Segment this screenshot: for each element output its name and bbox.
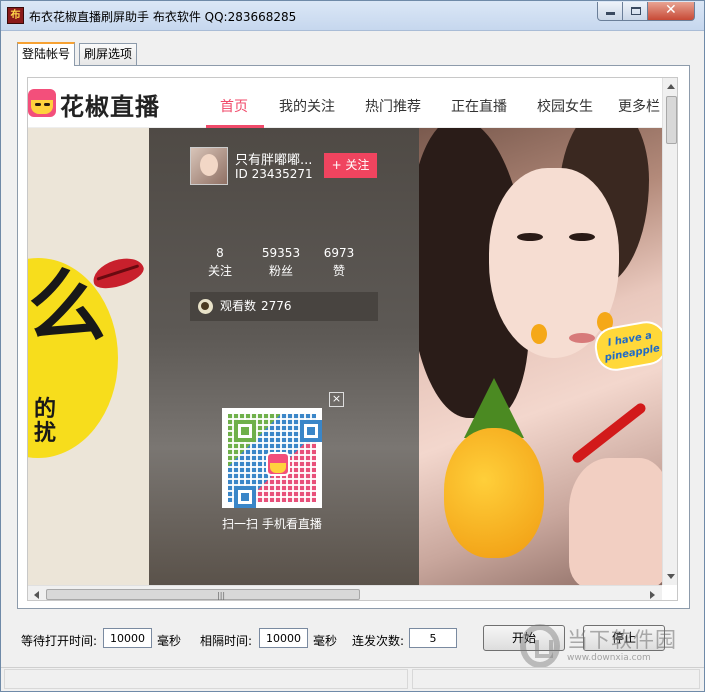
repeat-count-input[interactable] [409,628,457,648]
watermark-url: www.downxia.com [567,653,651,663]
nav-hot[interactable]: 热门推荐 [365,96,421,116]
site-logo-icon[interactable] [28,89,56,117]
background-poster: 么 的 扰 [28,128,149,585]
embedded-browser[interactable]: 花椒直播 首页 我的关注 热门推荐 正在直播 校园女生 更多栏目 么 的 扰 只… [27,77,678,601]
maximize-button[interactable] [622,2,648,21]
horizontal-scroll-thumb[interactable]: ||| [46,589,360,600]
viewer-count-bar: 观看数 2776 [190,292,378,321]
nav-my-follows[interactable]: 我的关注 [279,96,335,116]
scroll-up-icon[interactable] [667,84,675,89]
tab-login-account[interactable]: 登陆帐号 [17,42,76,66]
eye-icon [198,299,213,314]
window-title: 布衣花椒直播刷屏助手 布衣软件 QQ:283668285 [29,10,297,24]
poster-big-text: 么 [28,262,107,352]
qr-close-icon[interactable]: × [329,392,344,407]
stat-fans: 59353 粉丝 [261,246,301,278]
anchor-name[interactable]: 只有胖嘟嘟... [235,149,312,168]
stat-likes: 6973 赞 [323,246,355,278]
vertical-scrollbar[interactable] [662,78,677,585]
scroll-down-icon[interactable] [667,574,675,579]
status-cell-right [412,669,700,689]
watermark-text: 当下软件园 [567,628,677,652]
maximize-icon [631,7,641,15]
wait-open-input[interactable] [103,628,152,648]
horizontal-scrollbar[interactable]: ||| [28,585,662,600]
interval-unit: 毫秒 [313,634,338,648]
status-cell-left [4,669,408,689]
close-button[interactable]: ✕ [647,2,695,21]
follow-button[interactable]: + 关注 [324,153,377,178]
repeat-count-label: 连发次数: [352,634,405,648]
poster-small-text: 的 扰 [34,397,57,447]
scroll-right-icon[interactable] [650,591,655,599]
wait-open-unit: 毫秒 [157,634,182,648]
nav-home[interactable]: 首页 [220,96,248,116]
anchor-id: ID 23435271 [235,167,313,181]
wait-open-label: 等待打开时间: [21,634,98,648]
close-icon: ✕ [665,2,677,18]
site-header: 花椒直播 首页 我的关注 热门推荐 正在直播 校园女生 更多栏目 [28,78,662,128]
interval-label: 相隔时间: [200,634,253,648]
viewer-count-value: 2776 [261,299,292,313]
stream-area: 么 的 扰 只有胖嘟嘟... ID 23435271 + 关注 8 关注 593… [28,128,662,585]
pineapple-sticker-icon [531,324,547,344]
qr-code [222,408,322,508]
nav-more[interactable]: 更多栏目 [618,96,662,116]
scroll-left-icon[interactable] [34,591,39,599]
viewer-count-label: 观看数 [220,299,257,313]
pen-image [570,401,648,465]
stat-following: 8 关注 [207,246,232,278]
pineapple-image [444,428,544,558]
qr-caption: 扫一扫 手机看直播 [222,517,322,531]
watermark-logo-icon [520,624,560,668]
title-bar[interactable]: 布 布衣花椒直播刷屏助手 布衣软件 QQ:283668285 ✕ [1,1,704,31]
minimize-button[interactable] [597,2,623,21]
tab-spam-options[interactable]: 刷屏选项 [79,43,138,65]
app-icon: 布 [7,7,24,24]
interval-input[interactable] [259,628,308,648]
anchor-avatar[interactable] [190,147,228,185]
site-logo-text[interactable]: 花椒直播 [60,87,160,122]
live-video[interactable]: I have a pineapple [419,128,662,585]
minimize-icon [606,12,615,15]
nav-live-now[interactable]: 正在直播 [451,96,507,116]
nav-campus[interactable]: 校园女生 [537,96,593,116]
app-window: 布 布衣花椒直播刷屏助手 布衣软件 QQ:283668285 ✕ 登陆帐号 刷屏… [0,0,705,692]
anchor-info-panel: 只有胖嘟嘟... ID 23435271 + 关注 8 关注 59353 粉丝 … [149,128,419,585]
vertical-scroll-thumb[interactable] [666,96,677,144]
